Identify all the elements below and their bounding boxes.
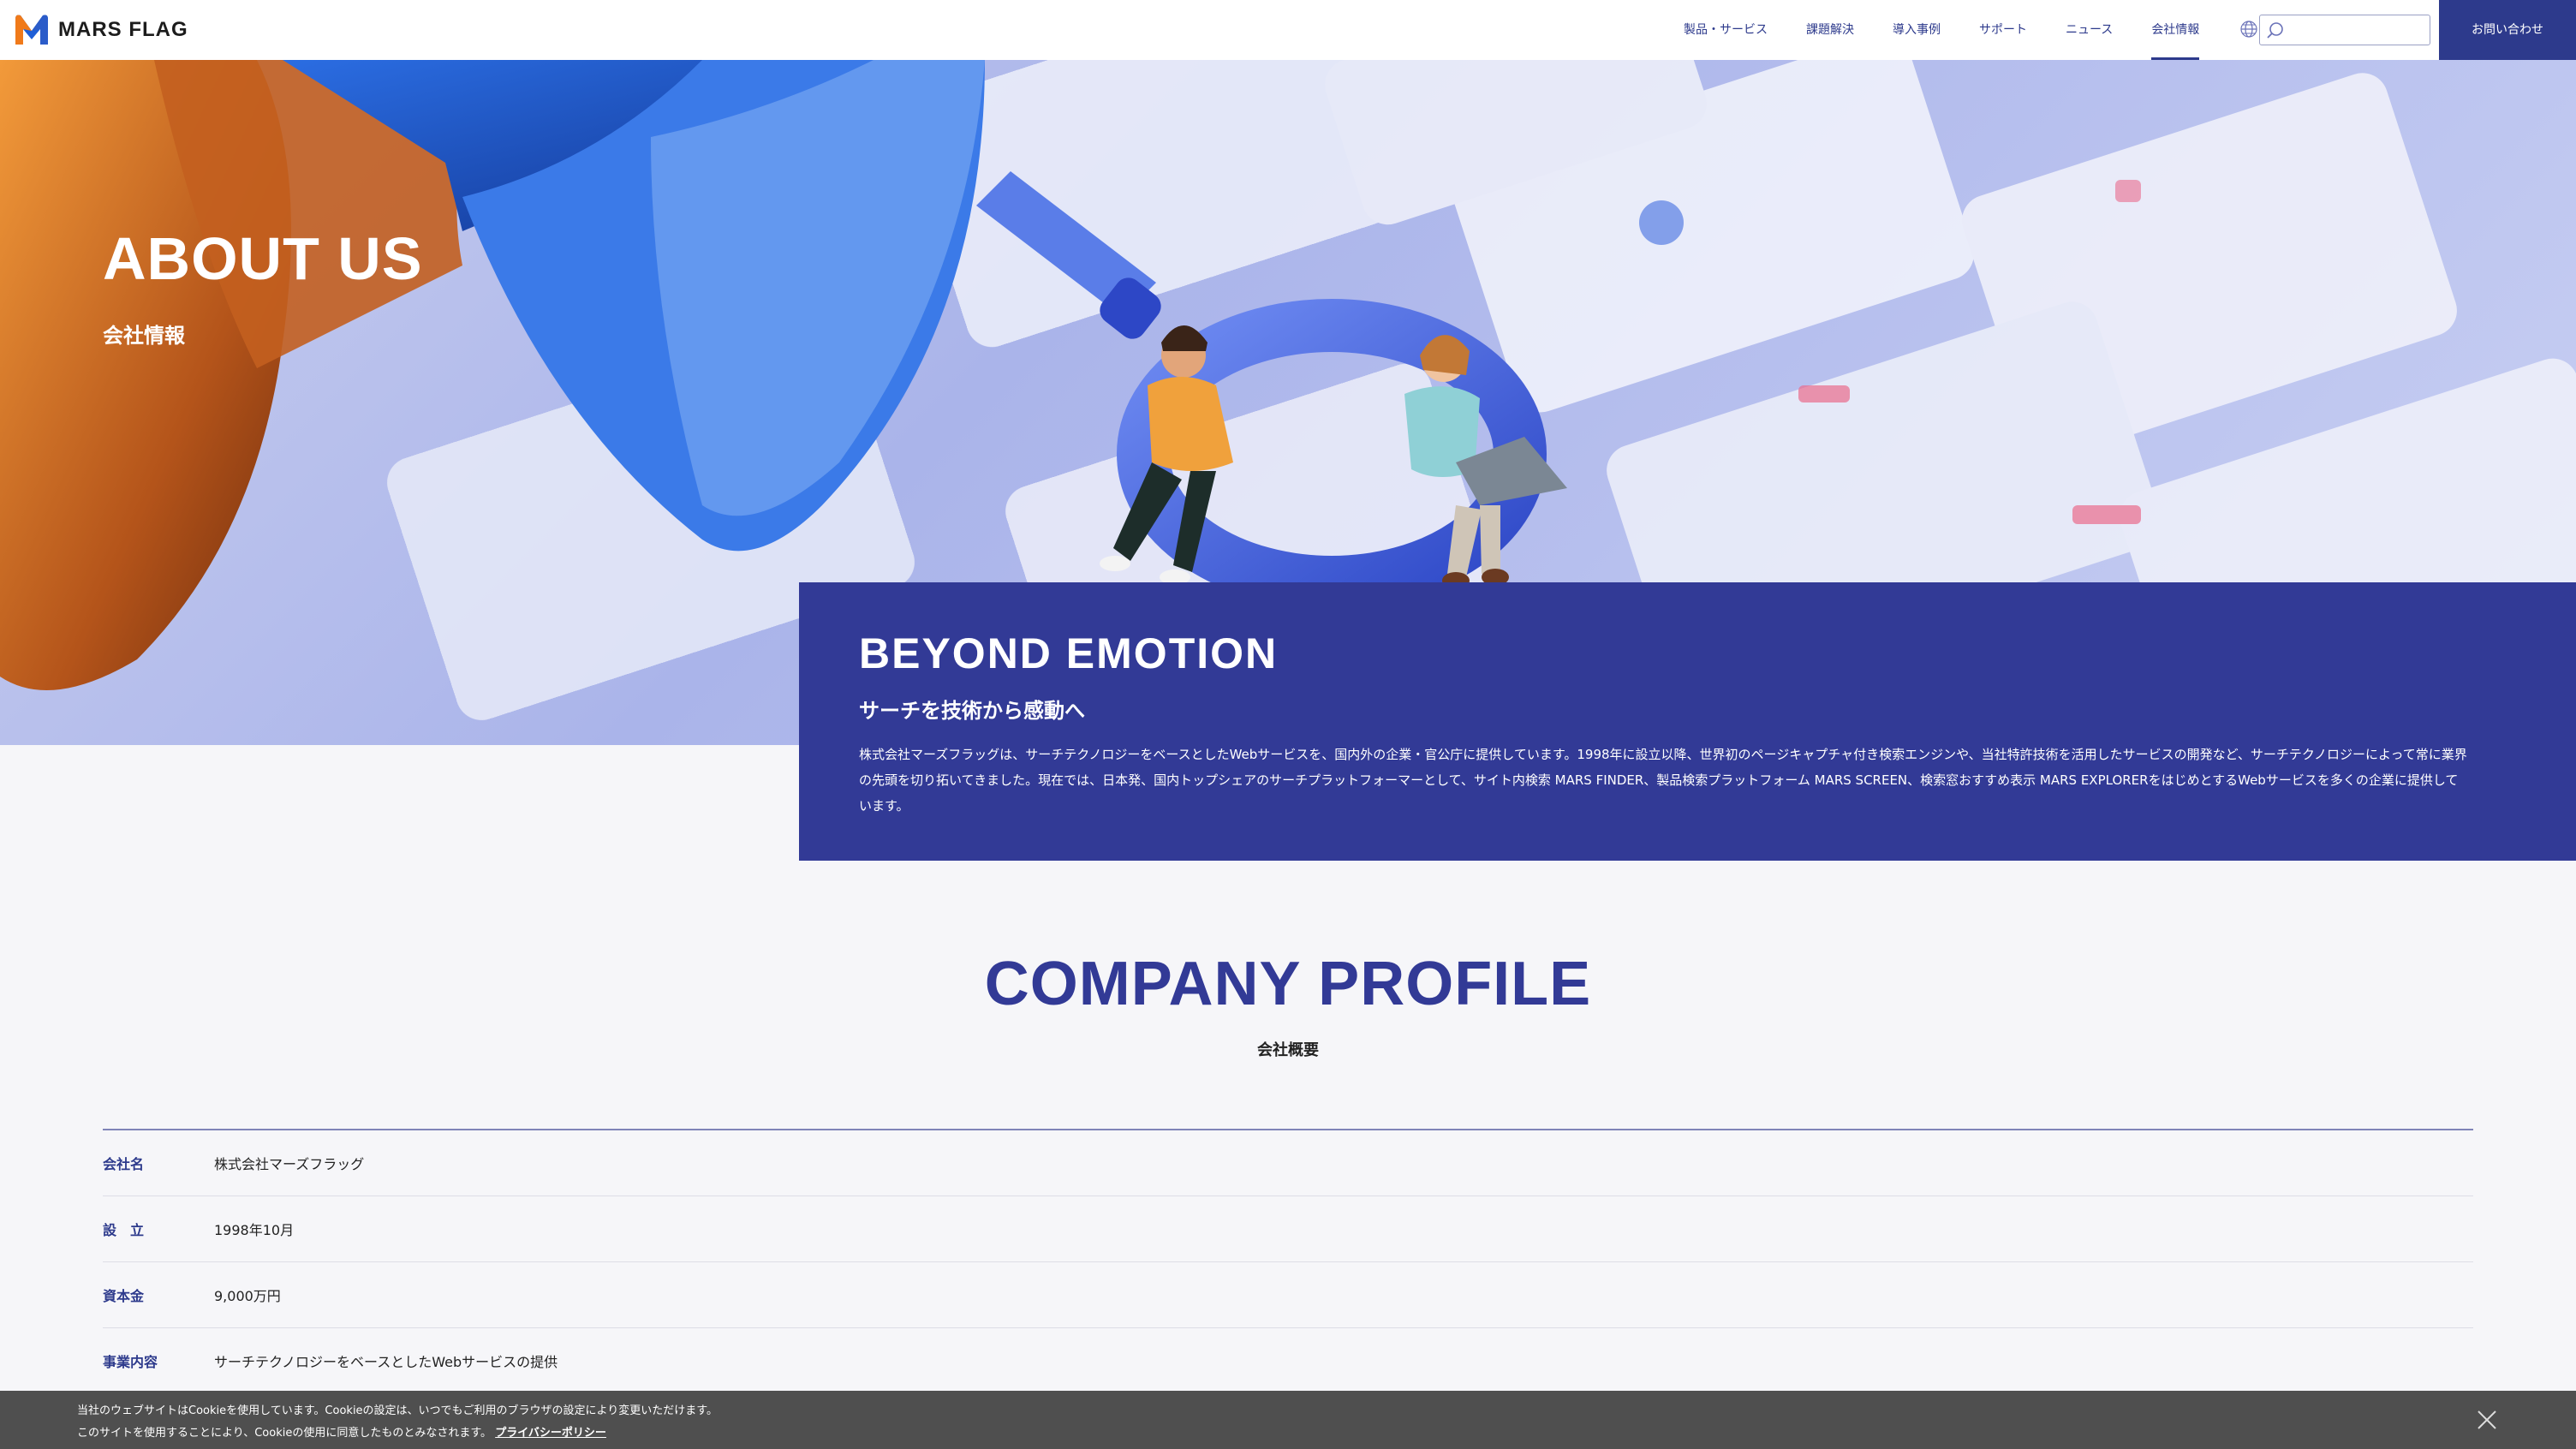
logo-text: MARS FLAG [58, 18, 188, 41]
table-row: 設 立 1998年10月 [103, 1196, 2473, 1262]
nav-item-news[interactable]: ニュース [2066, 0, 2113, 60]
site-header: MARS FLAG 製品・サービス 課題解決 導入事例 サポート ニュース 会社… [0, 0, 2576, 60]
section-title: COMPANY PROFILE [984, 950, 1592, 1018]
profile-table: 会社名 株式会社マーズフラッグ 設 立 1998年10月 資本金 9,000万円… [103, 1129, 2473, 1394]
row-value: サーチテクノロジーをベースとしたWebサービスの提供 [214, 1354, 558, 1370]
search-icon[interactable] [2265, 21, 2286, 41]
row-label: 事業内容 [103, 1354, 158, 1370]
globe-icon[interactable] [2239, 19, 2259, 39]
contact-button[interactable]: お問い合わせ [2439, 0, 2576, 60]
nav-item-solutions[interactable]: 課題解決 [1806, 0, 1854, 60]
privacy-policy-link[interactable]: プライバシーポリシー [495, 1427, 606, 1440]
table-row: 資本金 9,000万円 [103, 1262, 2473, 1328]
cookie-consent-text: このサイトを使用することにより、Cookieの使用に同意したものとみなされます。 [77, 1427, 492, 1440]
cookie-consent-line: このサイトを使用することにより、Cookieの使用に同意したものとみなされます。… [77, 1423, 606, 1440]
cookie-text: 当社のウェブサイトはCookieを使用しています。Cookieの設定は、いつでも… [77, 1404, 718, 1417]
main-nav: 製品・サービス 課題解決 導入事例 サポート ニュース 会社情報 [1684, 0, 2238, 60]
cookie-banner: 当社のウェブサイトはCookieを使用しています。Cookieの設定は、いつでも… [0, 1391, 2576, 1449]
mars-flag-logo-icon [15, 15, 48, 45]
mission-subtitle: サーチを技術から感動へ [859, 699, 1085, 723]
nav-item-support[interactable]: サポート [1979, 0, 2027, 60]
table-row: 事業内容 サーチテクノロジーをベースとしたWebサービスの提供 [103, 1328, 2473, 1394]
row-value: 9,000万円 [214, 1288, 281, 1304]
search-input[interactable] [2289, 17, 2424, 43]
row-label: 設 立 [103, 1222, 145, 1238]
page-subtitle: 会社情報 [103, 324, 185, 348]
nav-item-company[interactable]: 会社情報 [2151, 0, 2200, 60]
mission-panel: BEYOND EMOTION サーチを技術から感動へ 株式会社マーズフラッグは、… [799, 582, 2576, 861]
nav-item-cases[interactable]: 導入事例 [1893, 0, 1941, 60]
row-value: 1998年10月 [214, 1222, 295, 1238]
nav-item-products[interactable]: 製品・サービス [1684, 0, 1768, 60]
row-label: 資本金 [103, 1288, 145, 1304]
search-box [2259, 15, 2430, 45]
mission-title: BEYOND EMOTION [859, 629, 1279, 677]
mission-body: 株式会社マーズフラッグは、サーチテクノロジーをベースとしたWebサービスを、国内… [859, 747, 2467, 814]
section-subtitle: 会社概要 [1257, 1041, 1319, 1059]
logo[interactable]: MARS FLAG [12, 10, 188, 50]
table-row: 会社名 株式会社マーズフラッグ [103, 1130, 2473, 1196]
close-icon[interactable] [2475, 1408, 2499, 1432]
row-label: 会社名 [103, 1156, 145, 1172]
row-value: 株式会社マーズフラッグ [214, 1156, 365, 1172]
page-title: ABOUT US [103, 225, 423, 292]
